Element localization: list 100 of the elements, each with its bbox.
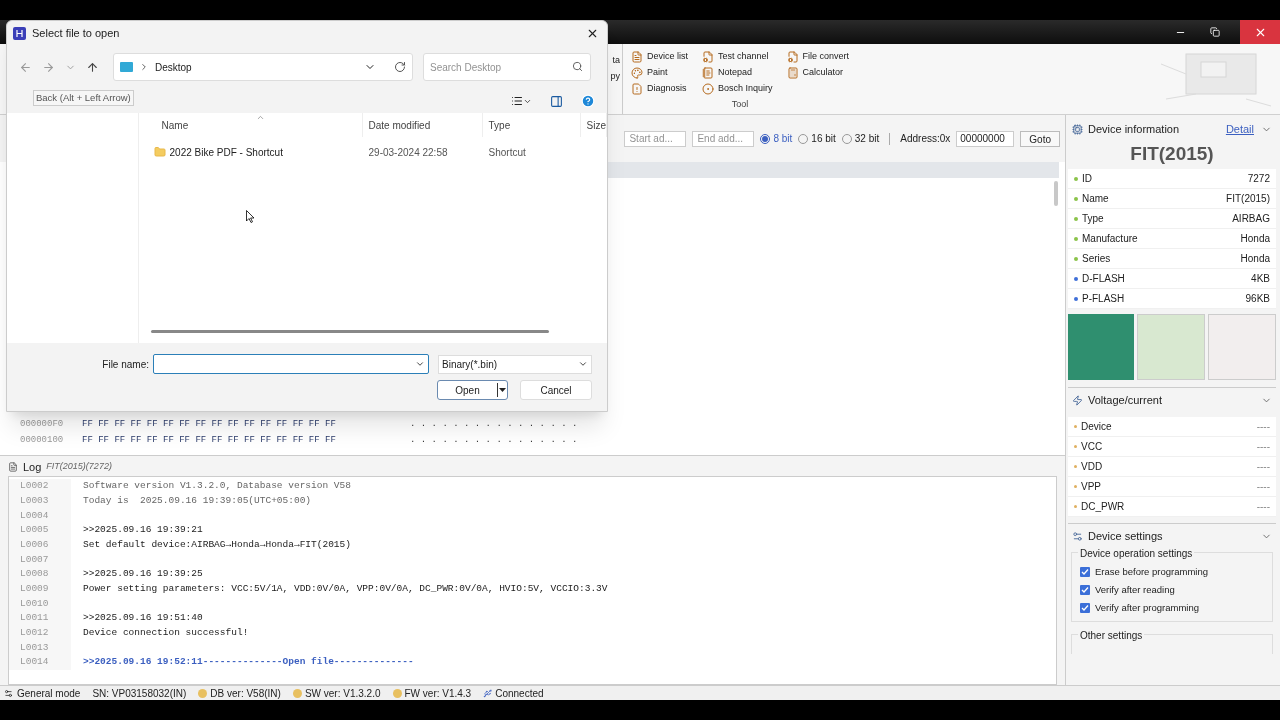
tool-button[interactable]: Calculator	[786, 65, 850, 81]
line-number: L0011	[9, 611, 71, 626]
group-label: Tool	[731, 98, 749, 111]
ribbon-label: ta	[612, 54, 620, 67]
log-line: Software version V1.3.2.0, Database version V58	[82, 479, 351, 494]
help-icon[interactable]	[581, 94, 595, 108]
info-value: 4KB	[1251, 272, 1270, 286]
voltage-value: ----	[1256, 480, 1270, 494]
cancel-button[interactable]: Cancel	[520, 380, 592, 400]
log-line: Device connection successful!	[82, 626, 249, 641]
file-type-select[interactable]: Binary(*.bin)	[438, 354, 592, 374]
log-line: Power setting parameters: VCC:5V/1A, VDD:0V/0A, VPP:0V/0A, DC_PWR:0V/0A, HVIO:5V, VCCIO:3.3V	[82, 582, 608, 597]
tooltip: Back (Alt + Left Arrow)	[33, 90, 134, 106]
setting-checkbox[interactable]: Verify after reading	[1080, 581, 1264, 599]
close-window-button[interactable]	[1240, 20, 1280, 44]
file-row[interactable]: 2022 Bike PDF - Shortcut 29-03-2024 22:58 Shortcut	[138, 137, 607, 167]
start-address-field[interactable]: Start ad...	[624, 130, 687, 147]
detail-link[interactable]: Detail	[1225, 120, 1254, 138]
bit-width-radio[interactable]: 32 bit	[841, 131, 880, 146]
file-name-field[interactable]	[153, 354, 429, 374]
version-icon	[198, 688, 208, 698]
tool-button[interactable]: Paint	[631, 65, 688, 81]
version-icon	[392, 688, 402, 698]
info-label: P-FLASH	[1082, 292, 1126, 306]
diagram-photo-placeholder[interactable]	[1208, 314, 1276, 380]
file-name: 2022 Bike PDF - Shortcut	[169, 145, 283, 160]
fw-version: FW ver: V1.4.3	[404, 686, 472, 701]
line-number: L0007	[9, 552, 71, 568]
log-line: >>2025.09.16 19:51:40	[82, 611, 203, 626]
mode-icon	[4, 688, 13, 698]
info-label: Name	[1082, 192, 1110, 206]
hex-bytes: FF FF FF FF FF FF FF FF FF FF FF FF FF FF FF FF	[82, 418, 337, 432]
info-value: Honda	[1240, 232, 1270, 246]
breadcrumb-chevron-icon	[139, 62, 149, 72]
tool-button[interactable]: Diagnosis	[631, 81, 688, 97]
file-name-label: File name:	[102, 357, 149, 372]
setting-checkbox[interactable]: Erase before programming	[1080, 563, 1264, 581]
log-subtitle: FIT(2015)(7272)	[46, 460, 112, 474]
horizontal-scrollbar[interactable]	[150, 330, 549, 333]
dialog-title: Select file to open	[32, 25, 121, 41]
section-icon	[1072, 394, 1083, 406]
log-line: Set default device:AIRBAG→Honda→Honda→FIT(2015)	[82, 537, 351, 552]
up-icon[interactable]	[86, 60, 99, 74]
tool-button[interactable]: Test channel	[702, 49, 773, 65]
scrollbar-thumb[interactable]	[1054, 181, 1058, 206]
voltage-value: ----	[1256, 420, 1270, 434]
info-value: Honda	[1240, 252, 1270, 266]
voltage-label: VPP	[1081, 480, 1102, 494]
usb-icon	[483, 688, 493, 698]
view-list-icon[interactable]	[511, 95, 523, 107]
column-header[interactable]: Type	[482, 113, 581, 137]
column-header[interactable]: Name	[138, 113, 363, 137]
tool-icon	[786, 67, 799, 79]
column-header[interactable]: Date modified	[362, 113, 483, 137]
info-label: ID	[1082, 172, 1093, 186]
preview-pane-icon[interactable]	[550, 94, 563, 108]
voltage-value: ----	[1256, 500, 1270, 514]
group-title: Device operation settings	[1078, 546, 1195, 561]
end-address-field[interactable]: End add...	[692, 130, 755, 147]
bit-width-radio[interactable]: 8 bit	[760, 131, 793, 146]
log-title: Log	[23, 459, 42, 475]
tool-icon	[631, 67, 643, 79]
sw-version: SW ver: V1.3.2.0	[304, 686, 381, 701]
folder-icon	[153, 146, 166, 158]
tool-button[interactable]: Device list	[631, 49, 688, 65]
history-chevron-icon	[415, 359, 425, 369]
address-field[interactable]: 00000000	[956, 130, 1015, 147]
voltage-label: Device	[1081, 420, 1113, 434]
open-button[interactable]: Open	[437, 380, 508, 400]
tool-button[interactable]: File convert	[786, 49, 850, 65]
split-caret-icon	[499, 388, 506, 392]
goto-button[interactable]: Goto	[1020, 130, 1060, 147]
group-title: Other settings	[1078, 628, 1145, 643]
tool-button[interactable]: Bosch Inquiry	[702, 81, 773, 97]
hex-address: 000000F0	[19, 418, 65, 432]
setting-checkbox[interactable]: Verify after programming	[1080, 599, 1264, 617]
serial-number: SN: VP03158032(IN)	[92, 686, 187, 701]
section-title: Device information	[1088, 121, 1181, 137]
forward-icon[interactable]	[42, 60, 55, 74]
info-value: FIT(2015)	[1226, 192, 1270, 206]
log-line: >>2025.09.16 19:52:11--------------Open file--------------	[82, 655, 414, 670]
bit-width-radio[interactable]: 16 bit	[798, 131, 836, 146]
back-icon[interactable]	[19, 60, 32, 74]
log-line: Today is 2025.09.16 19:39:05(UTC+05:00)	[82, 493, 312, 508]
voltage-value: ----	[1256, 440, 1270, 454]
app-logo-icon	[13, 26, 26, 40]
mouse-pointer-icon	[246, 210, 255, 223]
version-icon	[292, 688, 302, 698]
refresh-icon	[394, 61, 406, 73]
checkmark-icon	[1081, 568, 1089, 576]
search-icon	[572, 61, 583, 72]
line-number: L0008	[9, 567, 71, 582]
search-field[interactable]: Search Desktop	[423, 53, 591, 81]
restore-icon[interactable]	[1210, 27, 1220, 37]
column-header[interactable]: Size	[580, 113, 607, 137]
tool-icon	[631, 83, 643, 95]
voltage-label: VCC	[1081, 440, 1104, 454]
info-value: 7272	[1247, 172, 1270, 186]
tool-button[interactable]: Notepad	[702, 65, 773, 81]
address-bar[interactable]: Desktop	[113, 53, 413, 81]
